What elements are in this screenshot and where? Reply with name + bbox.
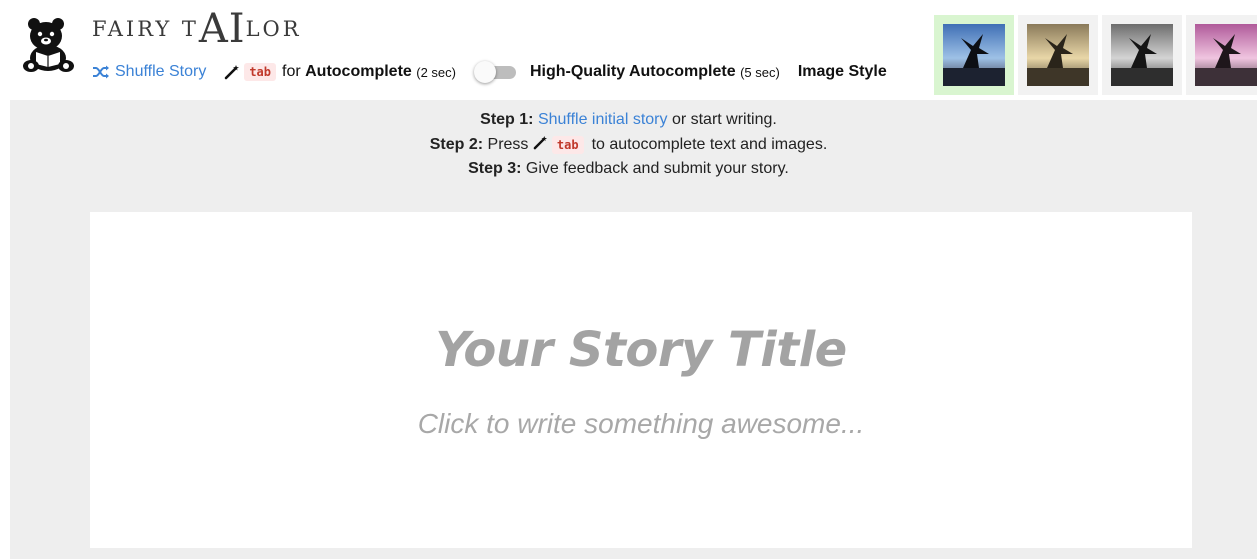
step-3-label: Step 3: xyxy=(468,160,522,177)
shuffle-story-label: Shuffle Story xyxy=(115,63,207,80)
high-quality-time: (5 sec) xyxy=(740,64,780,80)
image-style-original[interactable] xyxy=(934,15,1014,95)
image-style-picker xyxy=(934,15,1257,95)
step-3: Step 3: Give feedback and submit your st… xyxy=(0,157,1257,182)
step-1-text: or start writing. xyxy=(671,111,777,128)
story-editor[interactable]: Your Story Title Click to write somethin… xyxy=(90,212,1192,548)
step-1-label: Step 1: xyxy=(480,111,534,128)
autocomplete-hint: tab for Autocomplete (2 sec) xyxy=(224,63,456,81)
workspace: Step 1: Shuffle initial story or start w… xyxy=(10,100,1257,559)
image-style-label: Image Style xyxy=(797,63,887,80)
magic-wand-icon xyxy=(533,135,547,149)
shuffle-icon xyxy=(93,65,109,79)
image-style-pink[interactable] xyxy=(1186,15,1257,95)
step-2-text: to autocomplete text and images. xyxy=(591,135,828,153)
bear-logo-icon xyxy=(23,18,74,72)
style-preview-grayscale-icon xyxy=(1111,24,1173,86)
tab-key-badge: tab xyxy=(244,63,276,81)
brand-highlight: AI xyxy=(198,6,246,52)
instructions: Step 1: Shuffle initial story or start w… xyxy=(0,108,1257,182)
step-2: Step 2: Press tab to autocomplete text an… xyxy=(0,133,1257,158)
story-title-input[interactable]: Your Story Title xyxy=(90,322,1192,378)
story-body-input[interactable]: Click to write something awesome... xyxy=(90,408,1192,440)
style-preview-sepia-icon xyxy=(1027,24,1089,86)
autocomplete-label: Autocomplete xyxy=(305,63,412,80)
brand-suffix: LOR xyxy=(245,17,302,41)
step-2-label: Step 2: xyxy=(429,135,484,153)
shuffle-story-button[interactable]: Shuffle Story xyxy=(92,63,206,81)
app-header: FAIRY TAILOR Shuffle Story tab for Autoc… xyxy=(0,0,1257,100)
style-preview-pink-icon xyxy=(1195,24,1257,86)
tab-key-badge: tab xyxy=(551,135,584,154)
step-1: Step 1: Shuffle initial story or start w… xyxy=(0,108,1257,133)
brand-wordmark: FAIRY TAILOR xyxy=(92,6,302,52)
toolbar: Shuffle Story tab for Autocomplete (2 se… xyxy=(92,58,887,86)
toggle-knob xyxy=(473,61,496,83)
magic-wand-icon xyxy=(225,65,240,80)
brand-prefix: FAIRY T xyxy=(92,17,199,41)
autocomplete-prefix: for xyxy=(282,63,301,80)
shuffle-initial-story-link[interactable]: Shuffle initial story xyxy=(538,111,668,128)
image-style-grayscale[interactable] xyxy=(1102,15,1182,95)
image-style-sepia[interactable] xyxy=(1018,15,1098,95)
step-2-press: Press xyxy=(487,135,529,153)
high-quality-toggle[interactable] xyxy=(473,61,516,83)
autocomplete-time: (2 sec) xyxy=(416,64,456,80)
style-preview-original-icon xyxy=(943,24,1005,86)
high-quality-label: High-Quality Autocomplete xyxy=(529,63,736,80)
step-3-text: Give feedback and submit your story. xyxy=(525,160,789,177)
